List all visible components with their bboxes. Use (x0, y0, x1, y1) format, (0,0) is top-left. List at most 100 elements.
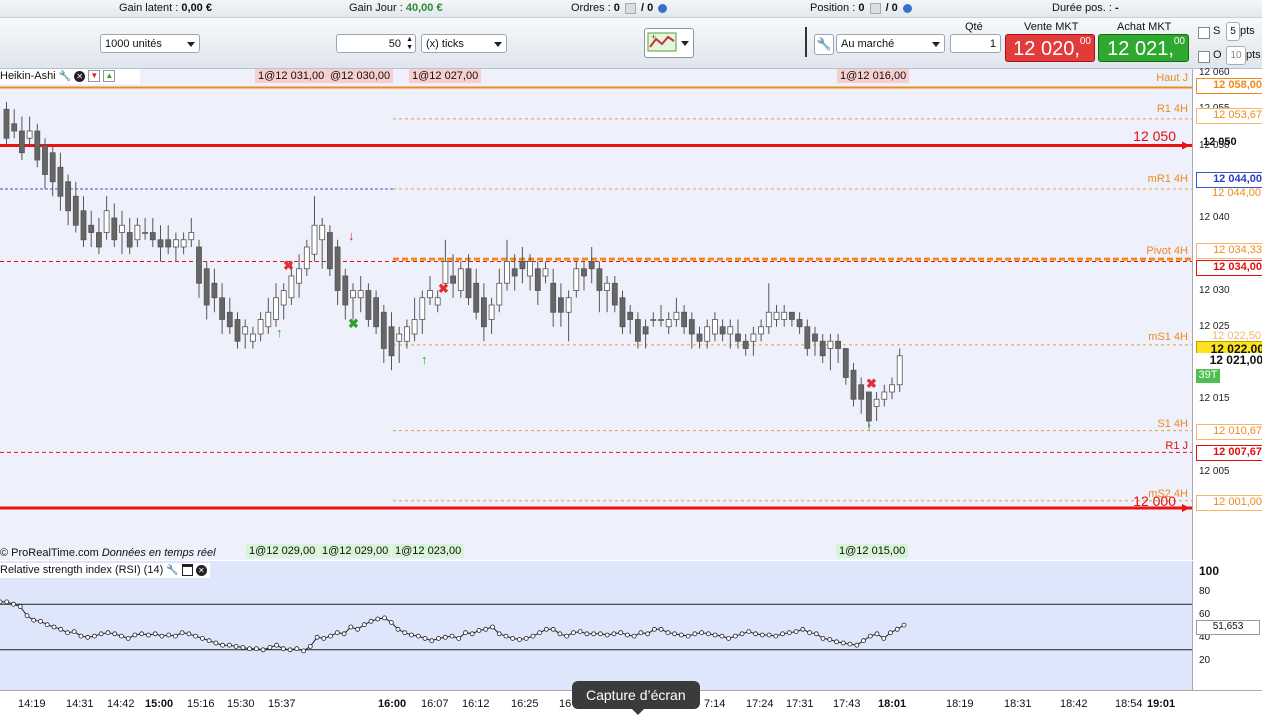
order-chip[interactable]: 1@12 023,00 (392, 544, 465, 558)
rsi-point (793, 629, 799, 634)
price-tick: 12 060 (1199, 67, 1230, 78)
sell-market-button[interactable]: 12 020,00 (1005, 34, 1095, 62)
candle-up (319, 224, 326, 241)
gain-latent: Gain latent : 0,00 € (119, 2, 212, 14)
rsi-point (503, 633, 509, 639)
candle-down (149, 232, 156, 241)
rsi-point (415, 633, 421, 639)
level-label-haut-j: Haut J (1156, 72, 1188, 84)
wrench-icon[interactable]: 🔧 (166, 565, 178, 576)
wrench-icon[interactable]: 🔧 (59, 71, 71, 82)
order-chip[interactable]: @12 030,00 (327, 69, 394, 83)
wrench-icon[interactable]: 🔧 (814, 34, 834, 55)
candle-up (781, 311, 788, 320)
candle-up (434, 297, 441, 306)
rsi-point (179, 630, 185, 636)
rsi-point (490, 624, 495, 630)
rsi-point (679, 632, 684, 638)
orders-settings-icon[interactable] (658, 3, 668, 13)
candle-up (457, 268, 464, 291)
objective-input[interactable]: 10 (1226, 46, 1246, 65)
rsi-point (226, 642, 232, 648)
rsi-point (321, 636, 327, 641)
rsi-point (517, 637, 522, 642)
divider (805, 27, 810, 57)
add-icon[interactable]: ▲ (103, 70, 116, 83)
watermark: © ProRealTime.com Données en temps réel (0, 547, 216, 559)
stop-input[interactable]: 5 (1226, 22, 1240, 41)
rsi-point (591, 631, 597, 637)
candle-up (496, 282, 503, 306)
units-select[interactable]: 1000 unités (100, 34, 200, 53)
candle-up (704, 326, 711, 342)
close-icon[interactable]: ✕ (195, 564, 207, 576)
tag-red-level: 12 034,00 (1196, 260, 1262, 276)
position-settings-icon[interactable] (902, 3, 912, 13)
candle-down (866, 391, 872, 422)
order-chip[interactable]: 1@12 029,00 (319, 544, 392, 558)
maximize-icon[interactable] (181, 564, 193, 577)
rsi-point (611, 631, 617, 637)
order-type-select[interactable]: Au marché (836, 34, 945, 53)
indicator-header: Heikin-Ashi 🔧 ✕ ▼ ▲ (0, 69, 140, 84)
rsi-point (382, 615, 387, 621)
buy-market-button[interactable]: 12 021,00 (1098, 34, 1189, 62)
rsi-point (247, 646, 253, 652)
chevron-down-icon (932, 42, 940, 47)
chevron-down-icon (187, 42, 195, 47)
close-position-icon[interactable] (869, 2, 881, 14)
close-icon[interactable]: ✕ (74, 70, 86, 82)
price-chart[interactable]: ✖ ✖ ✖ ✖ ↑ ↑ ↑ ↓ Heikin-Ashi 🔧 ✕ ▼ ▲ 1@12 031,00… (0, 69, 1192, 560)
rsi-point (112, 631, 118, 637)
candle-down (681, 311, 687, 328)
cancel-orders-icon[interactable] (624, 2, 636, 14)
stepper-arrows-icon[interactable]: ▲ ▼ (406, 36, 413, 52)
rsi-point (375, 616, 381, 622)
time-label: 17:43 (833, 698, 861, 710)
price-tick: 12 040 (1199, 212, 1230, 223)
svg-text:+: + (651, 32, 656, 42)
order-chip[interactable]: 1@12 015,00 (836, 544, 909, 558)
ticks-stepper[interactable]: 50 ▲ ▼ (336, 34, 416, 53)
ticks-value: 50 (388, 38, 401, 50)
candle-down (642, 326, 649, 335)
time-label: 18:54 (1115, 698, 1143, 710)
chart-trading-button[interactable]: + (644, 28, 694, 58)
candle-down (234, 319, 241, 342)
rsi-point (38, 618, 43, 624)
candle-up (442, 261, 449, 284)
rsi-point (550, 626, 556, 632)
candle-down (558, 297, 564, 313)
order-chip[interactable]: 1@12 016,00 (837, 69, 910, 83)
candle-down (196, 246, 202, 284)
order-chip[interactable]: 1@12 027,00 (409, 69, 482, 83)
candle-up (896, 355, 903, 386)
stop-checkbox[interactable] (1198, 27, 1210, 39)
rsi-point (753, 631, 758, 637)
price-tick: 12 005 (1199, 465, 1230, 477)
duration-summary: Durée pos. : - (1052, 2, 1119, 14)
candle-down (511, 268, 518, 277)
qty-input[interactable]: 1 (950, 34, 1001, 53)
order-chip[interactable]: 1@12 031,00 (255, 69, 328, 83)
level-label-pivot-4h: Pivot 4H (1146, 245, 1188, 257)
rsi-point (881, 636, 887, 641)
rsi-point (476, 628, 482, 633)
candle-down (219, 297, 226, 320)
rsi-point (395, 626, 401, 632)
rsi-point (159, 633, 165, 639)
ticks-unit-select[interactable]: (x) ticks (421, 34, 507, 53)
rsi-point (658, 626, 664, 632)
candle-down (480, 297, 487, 328)
rsi-point (571, 630, 576, 636)
price-tick: 12 030 (1199, 284, 1230, 296)
objective-checkbox[interactable] (1198, 51, 1210, 63)
order-chip[interactable]: 1@12 029,00 (246, 544, 319, 558)
rsi-point (348, 624, 354, 630)
rsi-panel[interactable]: Relative strength index (RSI) (14) 🔧 ✕ (0, 561, 1192, 690)
price-axis[interactable]: 12 06012 05512 05012 04512 04012 03512 0… (1192, 67, 1262, 560)
remove-icon[interactable]: ▼ (88, 70, 101, 83)
candle-down (611, 282, 618, 306)
chart-trading-icon: + (647, 32, 677, 52)
rsi-point (719, 633, 725, 639)
